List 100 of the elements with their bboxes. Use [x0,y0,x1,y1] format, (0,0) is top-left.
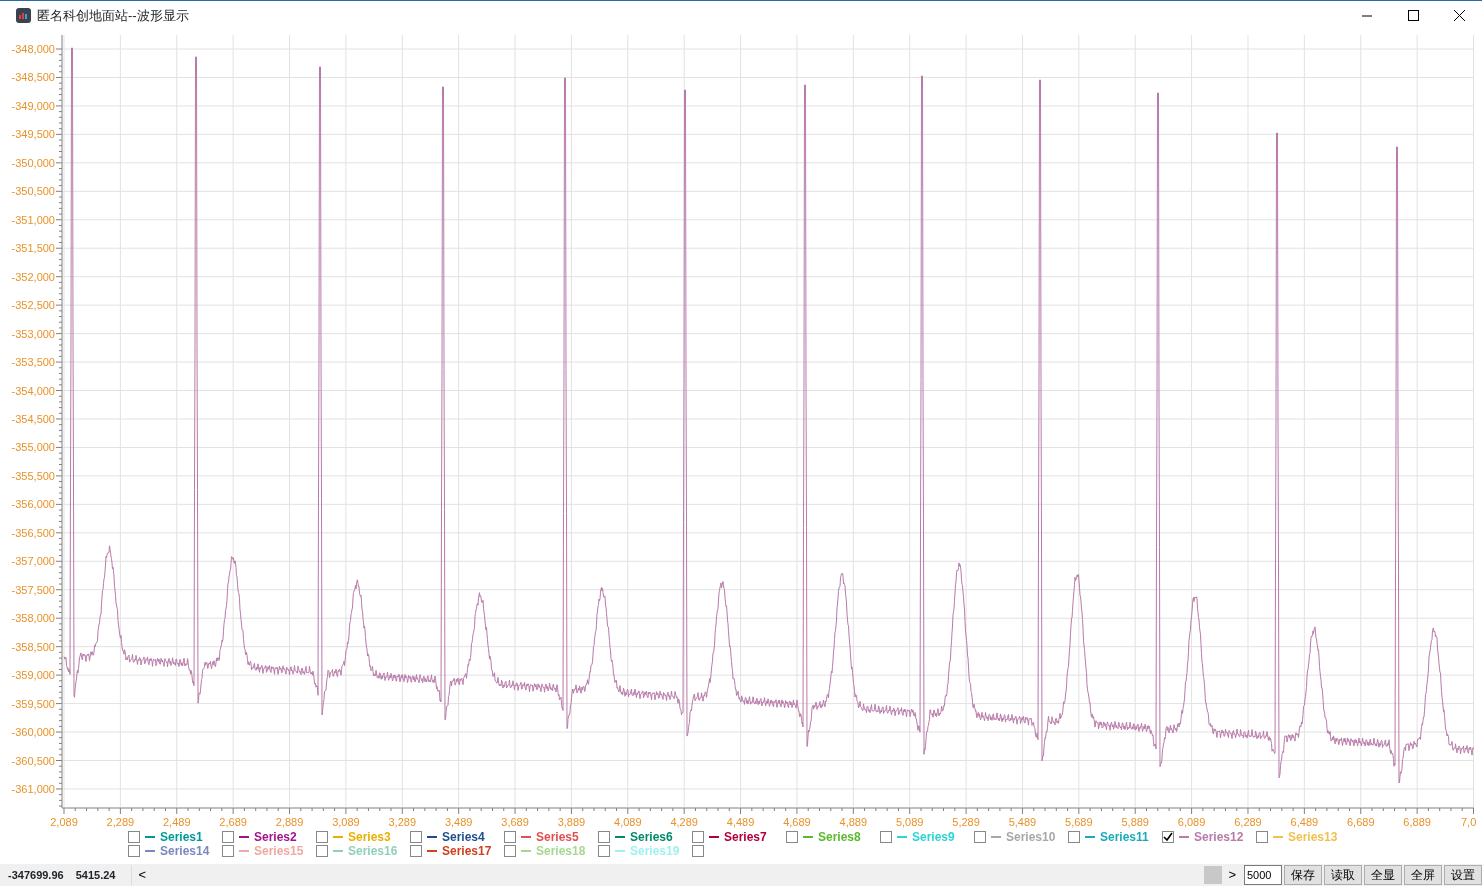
legend-label: Series19 [630,844,680,858]
toolbar-button[interactable]: 设置 [1444,865,1482,885]
x-axis-label: 7,0 [1461,816,1477,828]
x-axis-label: 6,689 [1346,816,1375,828]
checkbox[interactable] [692,831,704,843]
y-axis-label: -354,500 [11,413,55,425]
x-axis-label: 4,889 [839,816,868,828]
y-axis-label: -348,000 [11,43,55,55]
maximize-icon [1407,10,1419,21]
checkbox[interactable] [316,831,328,843]
legend-label: Series11 [1100,830,1149,844]
y-axis-label: -356,500 [11,526,55,539]
scroll-right-button[interactable]: > [1222,866,1242,884]
checkbox[interactable] [1162,831,1174,843]
x-axis-label: 2,889 [275,816,304,828]
legend-label: Series2 [254,830,297,844]
x-axis-label: 2,489 [163,816,191,828]
legend-label: Series9 [912,830,955,844]
legend-label: Series4 [442,830,485,844]
x-axis-label: 3,289 [388,816,417,828]
y-axis-label: -351,000 [11,213,55,226]
toolbar-button[interactable]: 读取 [1324,865,1362,885]
x-axis-label: 3,689 [501,816,529,828]
y-axis-label: -352,500 [11,299,55,312]
y-axis-label: -355,000 [11,441,55,454]
legend-label: Series16 [348,844,398,858]
x-axis-label: 5,689 [1065,816,1093,828]
checkbox[interactable] [504,845,516,857]
count-field[interactable]: 5000 [1244,865,1282,885]
x-axis-label: 2,689 [219,816,247,828]
legend-label: Series10 [1006,830,1056,844]
legend-label: Series12 [1194,830,1244,844]
x-axis-label: 6,289 [1234,816,1262,828]
legend-label: Series8 [818,830,861,844]
y-axis-label: -350,000 [11,156,55,169]
x-axis-label: 4,489 [726,816,755,828]
y-axis-label: -351,500 [11,242,55,255]
y-axis-label: -355,500 [11,469,55,482]
legend-label: Series7 [724,830,767,844]
x-axis-label: 6,489 [1290,816,1319,828]
x-axis-label: 5,489 [1008,816,1037,828]
y-axis-label: -353,000 [11,327,55,340]
y-axis-label: -352,000 [11,270,55,283]
y-axis-label: -361,000 [11,782,55,795]
checkbox[interactable] [692,845,704,857]
legend-label: Series1 [160,830,203,844]
checkbox[interactable] [410,845,422,857]
legend-label: Series5 [536,830,579,844]
toolbar-button[interactable]: 全显 [1364,865,1402,885]
y-axis-label: -350,500 [11,185,55,198]
x-axis-label: 3,089 [332,816,360,828]
y-axis-label: -349,500 [11,128,55,141]
close-icon [1453,10,1465,21]
legend-label: Series3 [348,830,391,844]
y-axis-label: -357,500 [11,583,55,596]
checkbox[interactable] [974,831,986,843]
x-axis-label: 3,889 [557,816,586,828]
x-axis-label: 5,089 [895,816,924,828]
y-axis-label: -359,500 [11,697,55,710]
x-axis-label: 6,889 [1403,816,1431,828]
checkbox[interactable] [786,831,798,843]
legend-label: Series14 [160,844,210,858]
y-axis-label: -353,500 [11,356,55,369]
app-icon [16,8,31,23]
checkbox[interactable] [128,845,140,857]
legend-label: Series17 [442,844,492,858]
checkbox[interactable] [128,831,140,843]
checkbox[interactable] [598,831,610,843]
y-axis-label: -358,000 [11,612,55,625]
status-value: 5415.24 [75,867,116,883]
scroll-thumb[interactable] [1204,866,1223,884]
x-axis-label: 5,289 [952,816,980,828]
checkbox[interactable] [316,845,328,857]
x-axis-label: 5,889 [1121,816,1149,828]
x-axis-label: 4,289 [670,816,698,828]
checkbox[interactable] [1256,831,1268,843]
scroll-left-button[interactable]: < [132,866,153,884]
y-axis-label: -354,000 [11,384,55,397]
y-axis-label: -358,500 [11,640,55,653]
x-axis-label: 3,489 [444,816,473,828]
toolbar-button[interactable]: 全屏 [1404,865,1442,885]
legend-label: Series13 [1288,830,1338,844]
y-axis-label: -356,000 [11,498,55,511]
checkbox[interactable] [410,831,422,843]
checkbox[interactable] [880,831,892,843]
checkbox[interactable] [222,831,234,843]
x-axis-label: 6,089 [1177,816,1206,828]
legend-label: Series6 [630,830,673,844]
checkbox[interactable] [222,845,234,857]
checkbox[interactable] [504,831,516,843]
y-axis-label: -349,000 [11,99,55,112]
toolbar-button[interactable]: 保存 [1284,865,1322,885]
x-axis-label: 4,089 [614,816,642,828]
x-axis-label: 2,089 [50,816,78,828]
legend-label: Series18 [536,844,586,858]
checkbox[interactable] [1068,831,1080,843]
y-axis-label: -359,000 [11,669,55,682]
y-axis-label: -360,000 [11,726,55,739]
checkbox[interactable] [598,845,610,857]
legend-label: Series15 [254,844,304,858]
